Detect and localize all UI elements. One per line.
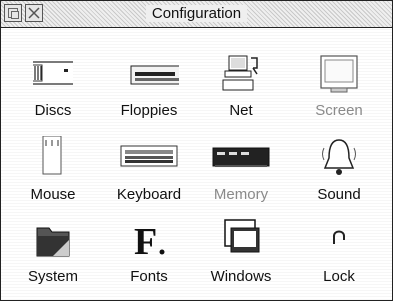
item-system[interactable]: System bbox=[5, 218, 101, 298]
item-label: Mouse bbox=[30, 186, 76, 203]
item-fonts[interactable]: F Fonts bbox=[101, 218, 197, 298]
svg-text:F: F bbox=[134, 221, 157, 263]
item-label: Discs bbox=[34, 102, 72, 119]
configuration-grid: Discs Floppies Net Screen Mouse Keyboard… bbox=[1, 28, 392, 300]
lock-icon bbox=[333, 230, 345, 244]
font-icon: F bbox=[134, 221, 165, 263]
memory-icon bbox=[212, 147, 270, 167]
item-discs[interactable]: Discs bbox=[5, 52, 101, 132]
item-label: Memory bbox=[213, 186, 269, 203]
item-label: System bbox=[27, 268, 78, 285]
item-label: Fonts bbox=[130, 268, 168, 285]
window-title-wrap: Configuration bbox=[1, 5, 392, 22]
item-label: Net bbox=[229, 102, 253, 119]
item-memory[interactable]: Memory bbox=[193, 136, 289, 216]
item-label: Floppies bbox=[120, 102, 178, 119]
item-label: Screen bbox=[315, 102, 363, 119]
floppies-icon bbox=[130, 65, 179, 85]
configuration-window: Configuration Discs Floppies Net Screen … bbox=[0, 0, 393, 301]
item-label: Sound bbox=[317, 186, 361, 203]
item-net[interactable]: Net bbox=[193, 52, 289, 132]
bell-icon bbox=[322, 139, 356, 175]
item-lock[interactable]: Lock bbox=[291, 218, 387, 298]
item-label: Lock bbox=[323, 268, 355, 285]
keyboard-icon bbox=[120, 145, 178, 167]
screen-icon bbox=[320, 55, 358, 93]
item-sound[interactable]: Sound bbox=[291, 136, 387, 216]
folder-icon bbox=[36, 227, 70, 257]
title-bar[interactable]: Configuration bbox=[1, 1, 392, 28]
mouse-icon bbox=[42, 136, 62, 175]
item-floppies[interactable]: Floppies bbox=[101, 52, 197, 132]
item-screen[interactable]: Screen bbox=[291, 52, 387, 132]
discs-icon bbox=[33, 61, 73, 85]
net-icon bbox=[222, 55, 258, 91]
item-keyboard[interactable]: Keyboard bbox=[101, 136, 197, 216]
window-title: Configuration bbox=[145, 5, 248, 22]
item-mouse[interactable]: Mouse bbox=[5, 136, 101, 216]
item-label: Keyboard bbox=[116, 186, 182, 203]
item-label: Windows bbox=[210, 268, 272, 285]
item-windows[interactable]: Windows bbox=[193, 218, 289, 298]
windows-icon bbox=[224, 219, 260, 253]
